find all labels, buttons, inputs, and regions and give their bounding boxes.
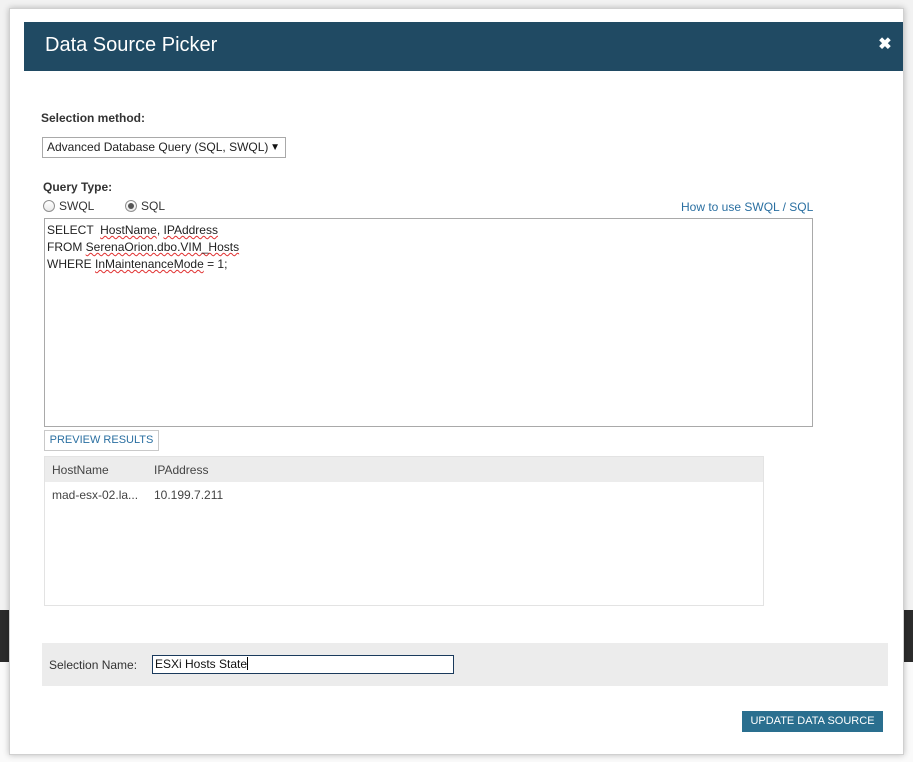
- results-header: HostName IPAddress: [45, 457, 763, 482]
- results-table: HostName IPAddress mad-esx-02.la... 10.1…: [44, 456, 764, 606]
- selection-method-select[interactable]: Advanced Database Query (SQL, SWQL) ▼: [42, 137, 286, 158]
- radio-sql[interactable]: SQL: [125, 199, 165, 213]
- cell-ipaddress: 10.199.7.211: [154, 488, 224, 502]
- query-line-2: FROM SerenaOrion.dbo.VIM_Hosts: [47, 239, 810, 256]
- dialog-titlebar: Data Source Picker ✖: [24, 22, 903, 71]
- column-header-hostname[interactable]: HostName: [52, 463, 109, 477]
- query-column-hostname: HostName: [100, 223, 157, 237]
- selection-name-value: ESXi Hosts State: [155, 657, 248, 671]
- data-source-picker-dialog: Data Source Picker ✖ Selection method: A…: [9, 8, 904, 755]
- selection-method-value: Advanced Database Query (SQL, SWQL): [47, 140, 269, 154]
- query-keyword-select: SELECT: [47, 223, 101, 237]
- query-type-label: Query Type:: [43, 180, 113, 194]
- query-keyword-where: WHERE: [47, 257, 95, 271]
- dropdown-arrow-icon: ▼: [270, 142, 280, 153]
- table-row: mad-esx-02.la... 10.199.7.211: [45, 482, 763, 507]
- query-keyword-from: FROM: [47, 240, 86, 254]
- cell-hostname: mad-esx-02.la...: [52, 488, 139, 502]
- text-caret: [247, 657, 249, 670]
- selection-name-label: Selection Name:: [49, 658, 138, 672]
- query-condition-value: = 1;: [203, 257, 228, 271]
- selection-name-input[interactable]: ESXi Hosts State: [152, 655, 454, 674]
- radio-sql-label: SQL: [141, 199, 166, 213]
- radio-swql-icon[interactable]: [43, 200, 55, 212]
- query-condition-column: InMaintenanceMode: [95, 257, 204, 271]
- radio-sql-icon[interactable]: [125, 200, 137, 212]
- radio-swql-label: SWQL: [59, 199, 95, 213]
- close-icon[interactable]: ✖: [877, 37, 893, 53]
- query-line-1: SELECT HostName, IPAddress: [47, 222, 810, 239]
- swql-sql-help-link[interactable]: How to use SWQL / SQL: [681, 200, 813, 214]
- query-table-name: SerenaOrion.dbo.VIM_Hosts: [85, 240, 240, 254]
- dialog-title: Data Source Picker: [45, 34, 218, 56]
- selection-name-bar: Selection Name: ESXi Hosts State: [42, 643, 888, 686]
- column-header-ipaddress[interactable]: IPAddress: [154, 463, 208, 477]
- update-data-source-button[interactable]: UPDATE DATA SOURCE: [742, 711, 883, 732]
- preview-results-button[interactable]: PREVIEW RESULTS: [44, 430, 159, 451]
- query-line-3: WHERE InMaintenanceMode = 1;: [47, 256, 810, 273]
- query-column-ipaddress: IPAddress: [163, 223, 218, 237]
- query-textarea[interactable]: SELECT HostName, IPAddress FROM SerenaOri…: [44, 218, 813, 427]
- query-separator: ,: [156, 223, 164, 237]
- radio-swql[interactable]: SWQL: [43, 199, 94, 213]
- selection-method-label: Selection method:: [41, 111, 146, 125]
